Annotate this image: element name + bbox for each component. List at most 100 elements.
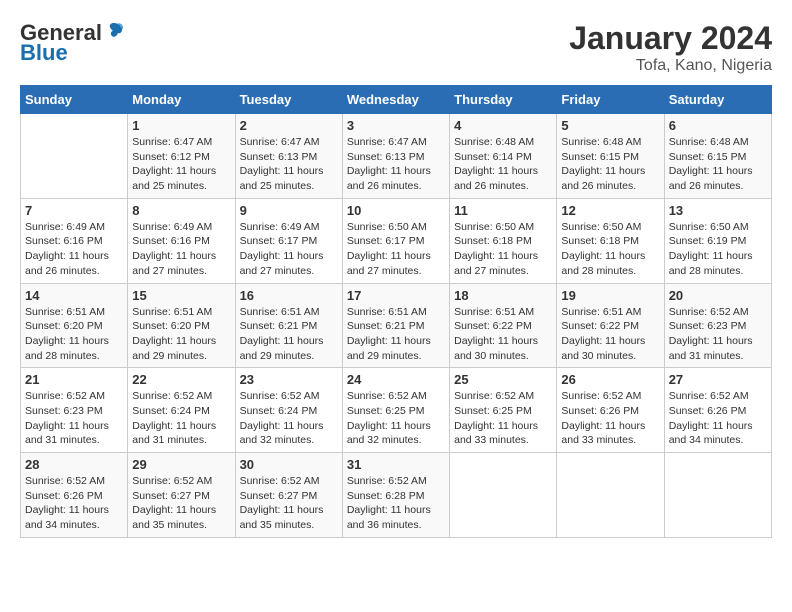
sunset-text: Sunset: 6:28 PM [347, 490, 425, 502]
sunset-text: Sunset: 6:21 PM [240, 320, 318, 332]
sunset-text: Sunset: 6:27 PM [132, 490, 210, 502]
sunrise-text: Sunrise: 6:52 AM [25, 475, 105, 487]
day-number: 5 [561, 118, 659, 133]
day-cell-22: 22Sunrise: 6:52 AMSunset: 6:24 PMDayligh… [128, 368, 235, 453]
sunset-text: Sunset: 6:23 PM [669, 320, 747, 332]
daylight-text: Daylight: 11 hours and 31 minutes. [132, 420, 216, 447]
sunrise-text: Sunrise: 6:52 AM [240, 390, 320, 402]
day-info: Sunrise: 6:52 AMSunset: 6:24 PMDaylight:… [240, 389, 338, 448]
day-info: Sunrise: 6:47 AM Sunset: 6:13 PM Daylight:… [347, 135, 445, 194]
sunset-text: Sunset: 6:18 PM [561, 235, 639, 247]
day-cell-9: 9Sunrise: 6:49 AMSunset: 6:17 PMDaylight… [235, 198, 342, 283]
sunset-text: Sunset: 6:20 PM [25, 320, 103, 332]
daylight-text: Daylight: 11 hours and 32 minutes. [347, 420, 431, 447]
daylight-text: Daylight: 11 hours and 28 minutes. [25, 335, 109, 362]
day-number: 1 [132, 118, 230, 133]
day-cell-30: 30Sunrise: 6:52 AMSunset: 6:27 PMDayligh… [235, 453, 342, 538]
sunset-text: Sunset: 6:20 PM [132, 320, 210, 332]
day-info: Sunrise: 6:52 AMSunset: 6:27 PMDaylight:… [240, 474, 338, 533]
month-year: January 2024 [569, 20, 772, 57]
day-number: 23 [240, 372, 338, 387]
day-info: Sunrise: 6:51 AMSunset: 6:21 PMDaylight:… [347, 305, 445, 364]
daylight-text: Daylight: 11 hours and 26 minutes. [347, 165, 431, 192]
day-info: Sunrise: 6:50 AMSunset: 6:18 PMDaylight:… [454, 220, 552, 279]
weekday-header-saturday: Saturday [664, 86, 771, 114]
daylight-text: Daylight: 11 hours and 27 minutes. [240, 250, 324, 277]
day-cell-3: 3Sunrise: 6:47 AMSunset: 6:13 PMDaylight… [342, 114, 449, 199]
sunset-text: Sunset: 6:15 PM [669, 151, 747, 163]
daylight-text: Daylight: 11 hours and 30 minutes. [454, 335, 538, 362]
day-number: 27 [669, 372, 767, 387]
day-number: 19 [561, 288, 659, 303]
sunrise-text: Sunrise: 6:50 AM [347, 221, 427, 233]
sunrise-text: Sunrise: 6:49 AM [240, 221, 320, 233]
day-number: 25 [454, 372, 552, 387]
daylight-text: Daylight: 11 hours and 27 minutes. [132, 250, 216, 277]
sunset-text: Sunset: 6:13 PM [347, 151, 425, 163]
daylight-text: Daylight: 11 hours and 26 minutes. [561, 165, 645, 192]
day-number: 17 [347, 288, 445, 303]
daylight-text: Daylight: 11 hours and 32 minutes. [240, 420, 324, 447]
day-cell-7: 7 Sunrise: 6:49 AMSunset: 6:16 PMDaylight… [21, 198, 128, 283]
day-info: Sunrise: 6:50 AMSunset: 6:18 PMDaylight:… [561, 220, 659, 279]
sunrise-text: Sunrise: 6:52 AM [132, 475, 212, 487]
sunrise-text: Sunrise: 6:52 AM [669, 306, 749, 318]
day-cell-6: 6Sunrise: 6:48 AMSunset: 6:15 PMDaylight… [664, 114, 771, 199]
daylight-text: Daylight: 11 hours and 35 minutes. [132, 504, 216, 531]
day-number: 7 [25, 203, 123, 218]
day-cell-23: 23 Sunrise: 6:52 AMSunset: 6:24 PMDayligh… [235, 368, 342, 453]
sunset-text: Sunset: 6:23 PM [25, 405, 103, 417]
day-number: 20 [669, 288, 767, 303]
sunrise-text: Sunrise: 6:52 AM [25, 390, 105, 402]
day-cell-18: 18Sunrise: 6:51 AMSunset: 6:22 PMDayligh… [450, 283, 557, 368]
sunrise-text: Sunrise: 6:47 AM [347, 136, 427, 148]
day-info: Sunrise: 6:51 AMSunset: 6:22 PMDaylight:… [561, 305, 659, 364]
day-info: Sunrise: 6:52 AMSunset: 6:28 PMDaylight:… [347, 474, 445, 533]
logo-blue-text: Blue [20, 40, 68, 66]
sunrise-text: Sunrise: 6:52 AM [669, 390, 749, 402]
day-cell-26: 26Sunrise: 6:52 AMSunset: 6:26 PMDayligh… [557, 368, 664, 453]
daylight-text: Daylight: 11 hours and 30 minutes. [561, 335, 645, 362]
weekday-header-sunday: Sunday [21, 86, 128, 114]
daylight-text: Daylight: 11 hours and 34 minutes. [25, 504, 109, 531]
daylight-text: Daylight: 11 hours and 34 minutes. [669, 420, 753, 447]
sunrise-text: Sunrise: 6:51 AM [132, 306, 212, 318]
day-number: 21 [25, 372, 123, 387]
daylight-text: Daylight: 11 hours and 31 minutes. [25, 420, 109, 447]
day-cell-28: 28Sunrise: 6:52 AMSunset: 6:26 PMDayligh… [21, 453, 128, 538]
day-info: Sunrise: 6:48 AMSunset: 6:14 PMDaylight:… [454, 135, 552, 194]
daylight-text: Daylight: 11 hours and 29 minutes. [240, 335, 324, 362]
sunset-text: Sunset: 6:26 PM [25, 490, 103, 502]
sunrise-text: Sunrise: 6:50 AM [669, 221, 749, 233]
daylight-text: Daylight: 11 hours and 25 minutes. [132, 165, 216, 192]
daylight-text: Daylight: 11 hours and 33 minutes. [561, 420, 645, 447]
sunrise-text: Sunrise: 6:52 AM [561, 390, 641, 402]
day-cell-4: 4Sunrise: 6:48 AMSunset: 6:14 PMDaylight… [450, 114, 557, 199]
day-info: Sunrise: 6:51 AMSunset: 6:22 PMDaylight:… [454, 305, 552, 364]
daylight-text: Daylight: 11 hours and 26 minutes. [25, 250, 109, 277]
day-cell-21: 21 Sunrise: 6:52 AM Sunset: 6:23 PM Dayligh… [21, 368, 128, 453]
sunset-text: Sunset: 6:25 PM [347, 405, 425, 417]
day-info: Sunrise: 6:49 AMSunset: 6:16 PMDaylight:… [25, 220, 123, 279]
sunset-text: Sunset: 6:17 PM [347, 235, 425, 247]
day-number: 22 [132, 372, 230, 387]
sunset-text: Sunset: 6:12 PM [132, 151, 210, 163]
calendar-table: SundayMondayTuesdayWednesdayThursdayFrid… [20, 85, 772, 538]
daylight-text: Daylight: 11 hours and 29 minutes. [132, 335, 216, 362]
day-info: Sunrise: 6:52 AMSunset: 6:25 PMDaylight:… [347, 389, 445, 448]
day-cell-24: 24Sunrise: 6:52 AMSunset: 6:25 PMDayligh… [342, 368, 449, 453]
weekday-header-wednesday: Wednesday [342, 86, 449, 114]
sunset-text: Sunset: 6:18 PM [454, 235, 532, 247]
day-info: Sunrise: 6:51 AM Sunset: 6:21 PM Daylight:… [240, 305, 338, 364]
sunrise-text: Sunrise: 6:51 AM [240, 306, 320, 318]
day-cell-10: 10Sunrise: 6:50 AMSunset: 6:17 PMDayligh… [342, 198, 449, 283]
sunrise-text: Sunrise: 6:51 AM [561, 306, 641, 318]
sunset-text: Sunset: 6:13 PM [240, 151, 318, 163]
sunrise-text: Sunrise: 6:52 AM [132, 390, 212, 402]
sunset-text: Sunset: 6:16 PM [132, 235, 210, 247]
day-info: Sunrise: 6:52 AMSunset: 6:25 PMDaylight:… [454, 389, 552, 448]
daylight-text: Daylight: 11 hours and 33 minutes. [454, 420, 538, 447]
sunrise-text: Sunrise: 6:48 AM [669, 136, 749, 148]
weekday-header-thursday: Thursday [450, 86, 557, 114]
weekday-header-row: SundayMondayTuesdayWednesdayThursdayFrid… [21, 86, 772, 114]
